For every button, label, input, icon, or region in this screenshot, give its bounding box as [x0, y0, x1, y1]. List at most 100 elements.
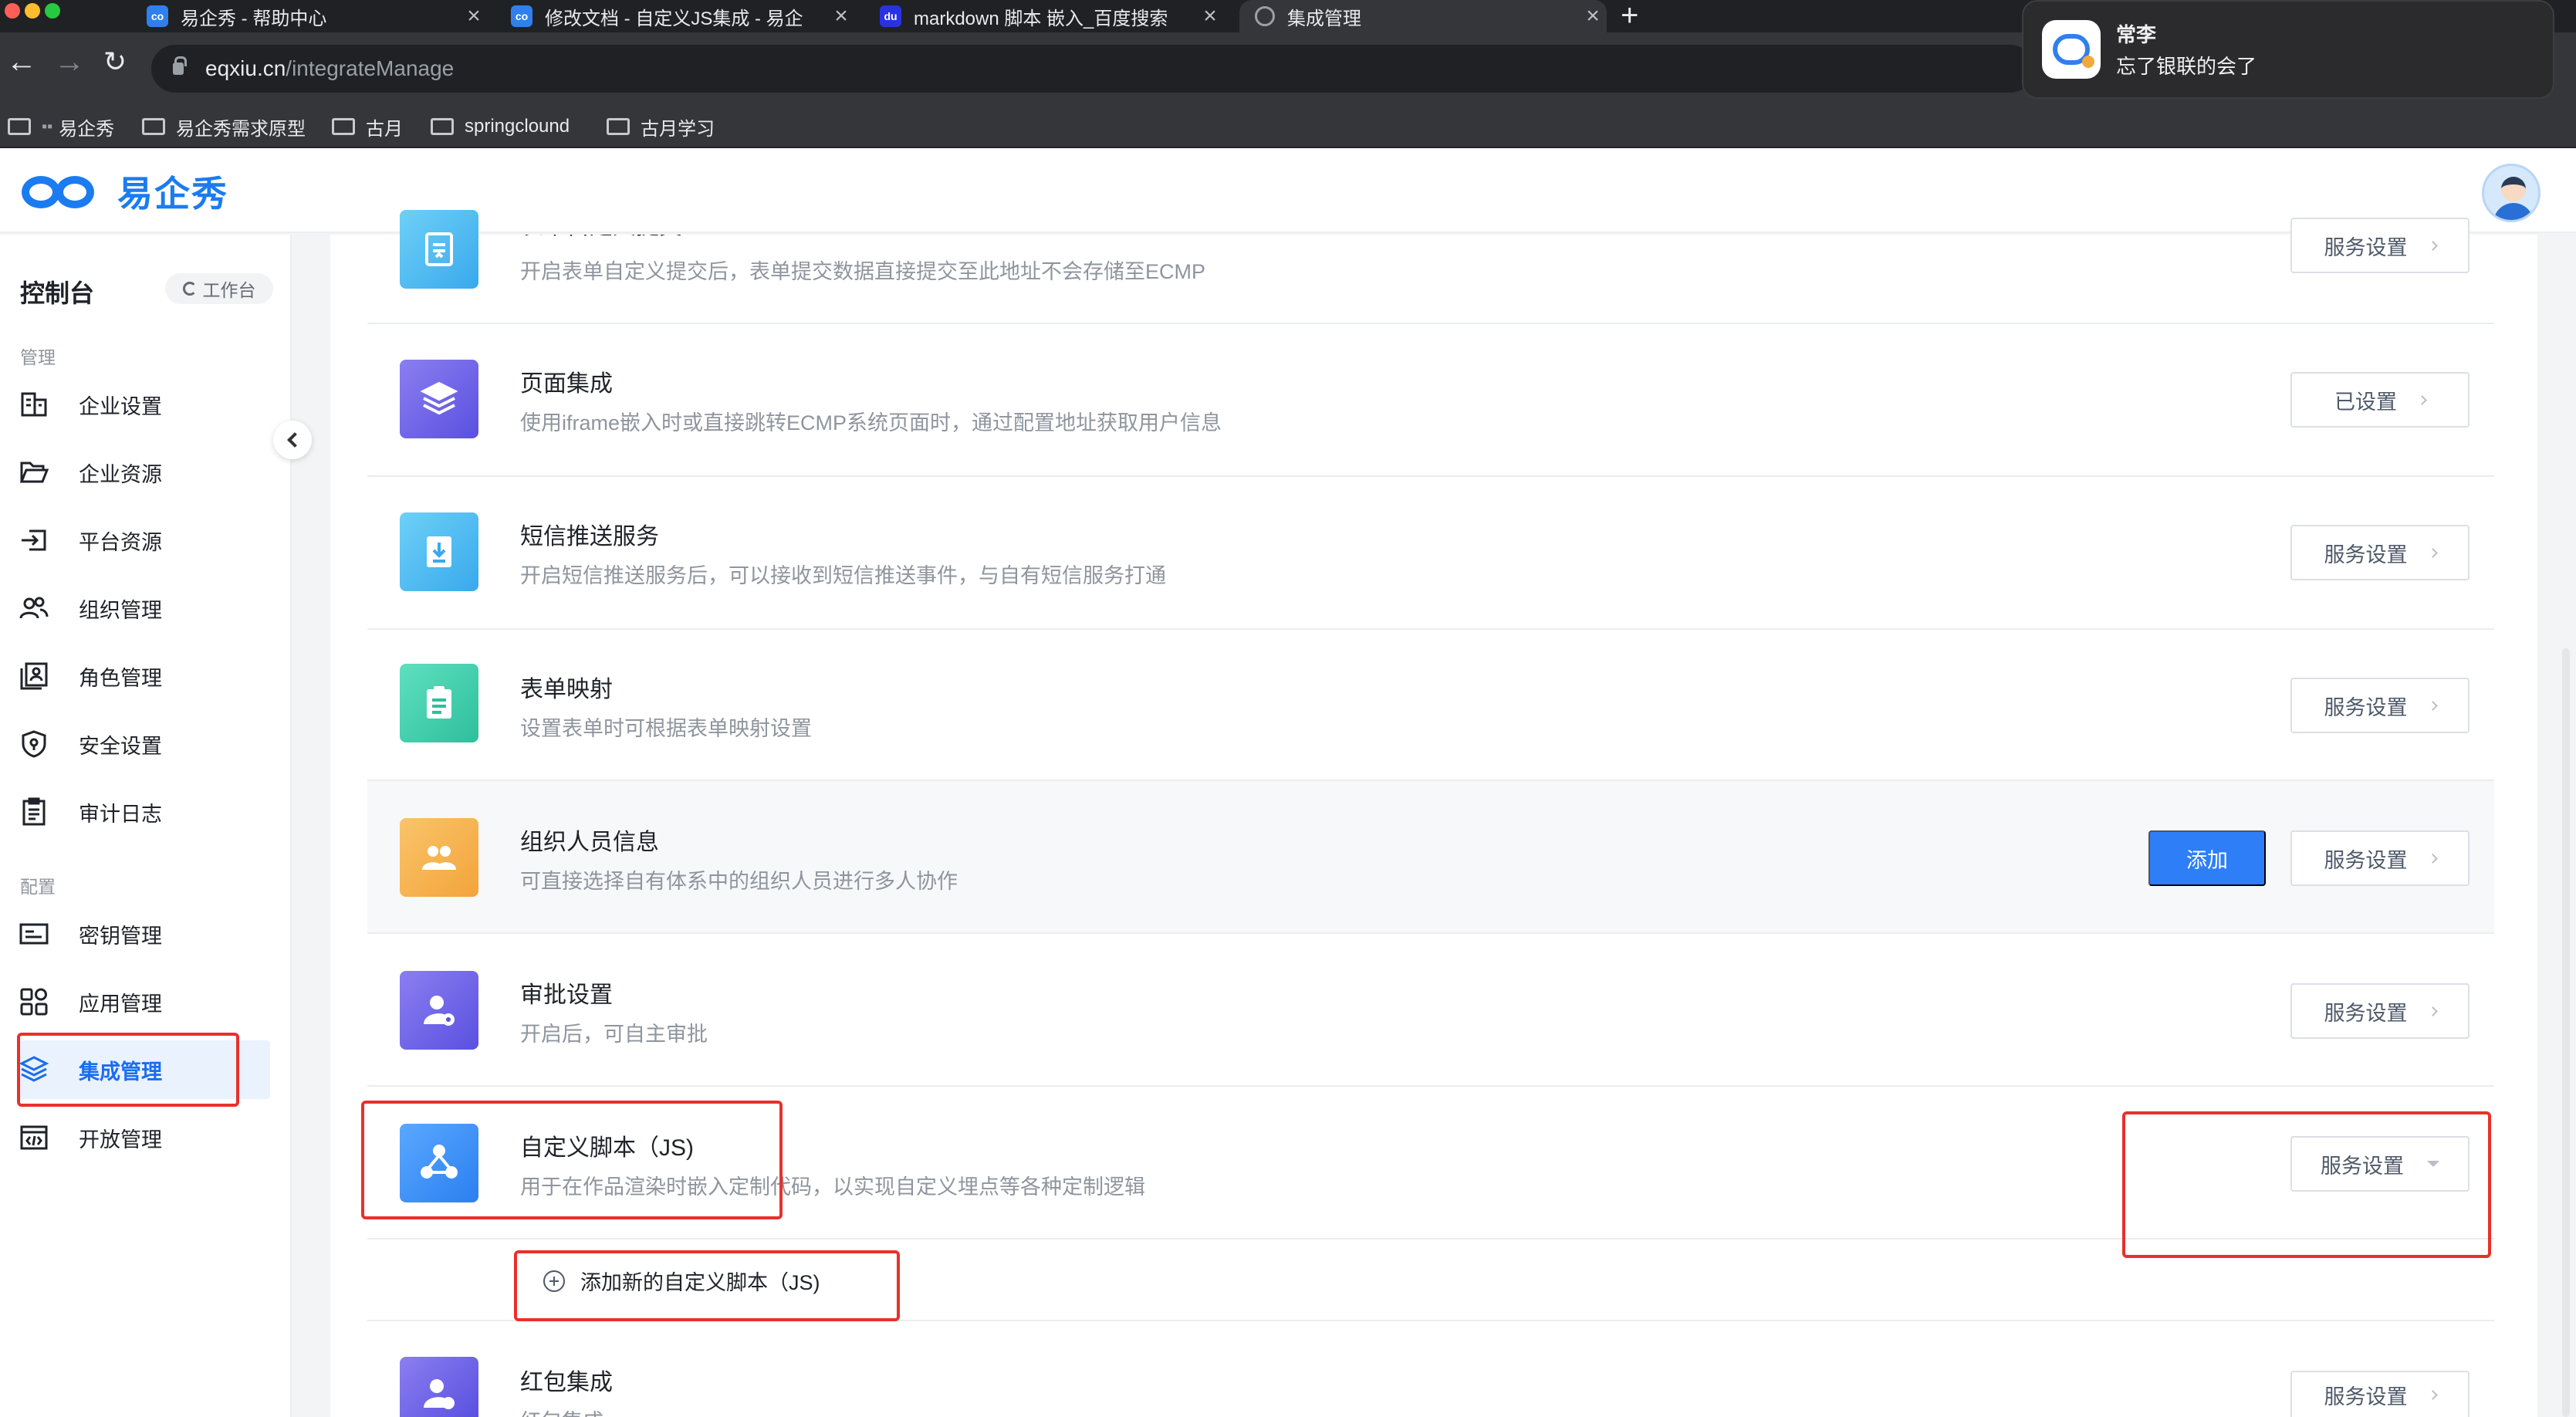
- dots-icon: ▪▪: [42, 117, 53, 135]
- sidebar-item-security[interactable]: 安全设置: [19, 716, 270, 772]
- browser-tab[interactable]: co 修改文档 - 自定义JS集成 - 易企 ×: [511, 0, 855, 32]
- notification-message: 忘了银联的会了: [2116, 55, 2257, 78]
- bookmark-item[interactable]: 易企秀需求原型: [142, 105, 306, 148]
- sidebar-item-keys[interactable]: 密钥管理: [19, 906, 270, 962]
- content-scrollbar[interactable]: [2562, 648, 2570, 1417]
- chevron-right-icon: [2427, 240, 2438, 251]
- sidebar-item-roles[interactable]: 角色管理: [19, 648, 270, 704]
- chevron-left-icon: [287, 432, 303, 448]
- eqxiu-favicon: co: [147, 5, 168, 27]
- window-close-button[interactable]: [5, 3, 20, 19]
- integration-description: 可直接选择自有体系中的组织人员进行多人协作: [520, 870, 958, 893]
- role-icon: [19, 661, 49, 692]
- sidebar-item-organization[interactable]: 组织管理: [19, 580, 270, 636]
- integration-row: [367, 477, 2494, 630]
- integration-row: [367, 324, 2494, 477]
- window-minimize-button[interactable]: [25, 3, 40, 19]
- logo-mark-icon: [20, 170, 106, 213]
- annotation-sidebar-integration: [17, 1033, 239, 1107]
- bookmark-item[interactable]: 古月: [332, 105, 403, 148]
- sidebar-item-apps[interactable]: 应用管理: [19, 974, 270, 1030]
- bookmark-item[interactable]: springclound: [431, 105, 570, 148]
- tab-close-icon[interactable]: ×: [460, 3, 488, 29]
- integration-title: 表单映射: [520, 677, 613, 702]
- integration-title: 短信推送服务: [520, 524, 659, 550]
- sms-icon: [400, 512, 478, 591]
- integration-title: 页面集成: [520, 371, 613, 397]
- tab-close-icon[interactable]: ×: [1579, 3, 1607, 29]
- annotation-add-script: [514, 1250, 900, 1321]
- service-settings-button[interactable]: 服务设置: [2290, 830, 2470, 886]
- browser-tab[interactable]: du markdown 脚本 嵌入_百度搜索 ×: [880, 0, 1224, 32]
- eqxiu-logo[interactable]: 易企秀: [20, 166, 228, 217]
- integration-description: 开启后，可自主审批: [520, 1023, 708, 1046]
- service-settings-button[interactable]: 服务设置: [2290, 1371, 2470, 1417]
- folder-icon: [8, 118, 31, 135]
- integration-row: [367, 630, 2494, 781]
- forward-button[interactable]: →: [54, 46, 85, 77]
- sidebar-section-label: 管理: [20, 347, 56, 367]
- add-button[interactable]: 添加: [2148, 830, 2266, 886]
- lock-icon: [173, 56, 187, 75]
- sidebar-item-enterprise-settings[interactable]: 企业设置: [19, 377, 270, 432]
- integration-row: [367, 934, 2494, 1087]
- chevron-right-icon: [2427, 547, 2438, 558]
- browser-tab[interactable]: co 易企秀 - 帮助中心 ×: [144, 0, 488, 32]
- new-tab-button[interactable]: +: [1621, 0, 1638, 32]
- integration-description: 开启表单自定义提交后，表单提交数据直接提交至此地址不会存储至ECMP: [520, 260, 1206, 283]
- integration-description: 开启短信推送服务后，可以接收到短信推送事件，与自有短信服务打通: [520, 564, 1166, 587]
- sidebar-item-open-platform[interactable]: 开放管理: [19, 1110, 270, 1165]
- service-settings-button[interactable]: 服务设置: [2290, 983, 2470, 1039]
- user-avatar[interactable]: [2482, 164, 2541, 222]
- apps-icon: [19, 986, 49, 1017]
- globe-icon: [1255, 6, 1275, 26]
- service-settings-button[interactable]: 服务设置: [2290, 678, 2470, 733]
- service-settings-button[interactable]: 已设置: [2290, 372, 2470, 428]
- service-settings-button[interactable]: 服务设置: [2290, 218, 2470, 273]
- code-icon: [19, 1122, 49, 1153]
- baidu-favicon: du: [880, 5, 901, 27]
- chevron-right-icon: [2417, 394, 2427, 405]
- sidebar-title: 控制台: [20, 279, 95, 307]
- address-bar[interactable]: eqxiu.cn /integrateManage: [151, 45, 2034, 93]
- workbench-button[interactable]: 工作台: [165, 273, 273, 304]
- bookmark-item[interactable]: 古月学习: [607, 105, 715, 148]
- tab-close-icon[interactable]: ×: [827, 3, 855, 29]
- annotation-custom-js-title: [361, 1101, 783, 1219]
- integration-row: [367, 1321, 2494, 1417]
- back-button[interactable]: ←: [6, 46, 37, 77]
- browser-tab-active[interactable]: 集成管理 ×: [1239, 0, 1607, 32]
- notification-sender: 常李: [2116, 23, 2157, 46]
- sidebar-item-platform-resources[interactable]: 平台资源: [19, 512, 270, 568]
- sidebar-collapse-button[interactable]: [273, 421, 312, 459]
- chevron-right-icon: [2427, 1006, 2438, 1016]
- shield-icon: [19, 729, 49, 759]
- integration-description: 红包集成: [520, 1405, 603, 1417]
- reload-button[interactable]: ↻: [103, 46, 127, 77]
- building-icon: [19, 389, 49, 420]
- integration-title: 审批设置: [520, 982, 613, 1008]
- integration-description: 使用iframe嵌入时或直接跳转ECMP系统页面时，通过配置地址获取用户信息: [520, 411, 1222, 435]
- form-submit-icon: [400, 210, 478, 289]
- bookmark-item[interactable]: ▪▪ 易企秀: [8, 105, 114, 148]
- integration-description: 设置表单时可根据表单映射设置: [520, 717, 812, 740]
- key-card-icon: [19, 918, 49, 949]
- window-zoom-button[interactable]: [45, 3, 60, 19]
- service-settings-button[interactable]: 服务设置: [2290, 525, 2470, 580]
- chevron-right-icon: [2427, 1389, 2438, 1400]
- layers-icon: [400, 360, 478, 438]
- approval-icon: [400, 971, 478, 1050]
- form-map-icon: [400, 664, 478, 742]
- app-header: [0, 148, 2576, 233]
- tab-close-icon[interactable]: ×: [1196, 3, 1224, 29]
- sidebar-item-enterprise-resources[interactable]: 企业资源: [19, 445, 270, 500]
- sidebar-item-audit-log[interactable]: 审计日志: [19, 784, 270, 840]
- redpacket-icon: [400, 1357, 478, 1417]
- switch-icon: [182, 282, 197, 296]
- sidebar-section-label: 配置: [20, 877, 56, 897]
- chevron-right-icon: [2427, 700, 2438, 711]
- folder-icon: [142, 118, 165, 135]
- chevron-right-icon: [2427, 853, 2438, 864]
- system-notification[interactable]: 常李 忘了银联的会了: [2022, 0, 2554, 99]
- integration-title: 组织人员信息: [520, 830, 659, 855]
